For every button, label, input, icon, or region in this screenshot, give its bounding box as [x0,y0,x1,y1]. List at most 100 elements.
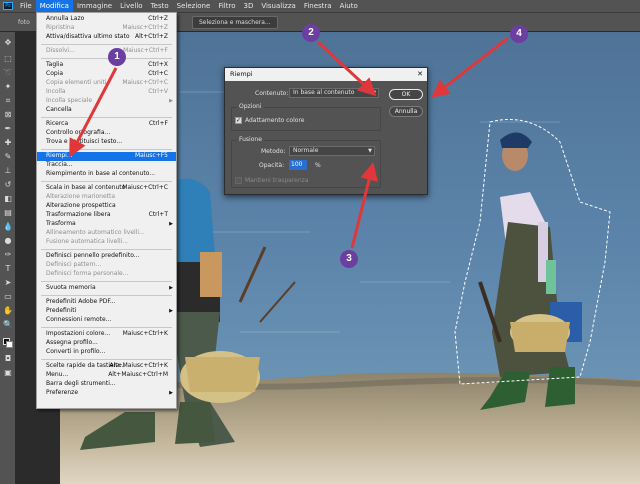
menu-item-copy[interactable]: Copia Ctrl+C [37,70,176,79]
menu-item-fill[interactable]: Riempi... Maiusc+F5 [37,152,176,161]
document-tab[interactable]: foto [18,19,30,26]
hand-tool-icon[interactable]: ✋ [3,306,13,316]
color-adaptation-label: Adattamento colore [245,117,305,124]
blur-tool-icon[interactable]: 💧 [3,222,13,232]
annotation-badge-4: 4 [510,25,528,43]
menu-item-perspective-warp[interactable]: Alterazione prospettica [37,202,176,211]
ok-button[interactable]: OK [389,89,423,100]
menu-item-search[interactable]: Ricerca Ctrl+F [37,120,176,129]
menu-item-content-aware-scale[interactable]: Scala in base al contenuto Maiusc+Ctrl+C [37,184,176,193]
menu-finestra[interactable]: Finestra [300,0,336,12]
path-selection-tool-icon[interactable]: ➤ [3,278,13,288]
menu-item-remote-connections[interactable]: Connessioni remote... [37,316,176,325]
edit-menu-dropdown: Annulla Lazo Ctrl+Z Ripristina Maiusc+Ctrl… [36,12,177,409]
menu-separator [41,149,172,150]
menu-visualizza[interactable]: Visualizza [257,0,299,12]
options-group-label: Opzioni [237,103,264,110]
menu-testo[interactable]: Testo [147,0,173,12]
menu-file[interactable]: File [16,0,36,12]
history-brush-tool-icon[interactable]: ↺ [3,180,13,190]
menu-item-pdf-presets[interactable]: Predefiniti Adobe PDF... [37,298,176,307]
fill-dialog: Riempi ✕ Contenuto: In base al contenuto ▼… [224,67,428,195]
eraser-tool-icon[interactable]: ◧ [3,194,13,204]
menu-livello[interactable]: Livello [116,0,146,12]
dialog-title: Riempi ✕ [225,68,427,81]
quick-mask-icon[interactable]: ◘ [3,354,13,364]
menu-item-free-transform[interactable]: Trasformazione libera Ctrl+T [37,211,176,220]
blending-group-label: Fusione [237,136,264,143]
menu-modifica[interactable]: Modifica [35,0,73,12]
menu-item-fade: Dissolvi... Maiusc+Ctrl+F [46,47,168,54]
shape-tool-icon[interactable]: ▭ [3,292,13,302]
clone-stamp-tool-icon[interactable]: ⊥ [3,166,13,176]
eyedropper-tool-icon[interactable]: ✒ [3,124,13,134]
photoshop-logo-icon[interactable]: Ps [0,0,16,12]
menu-item-undo[interactable]: Annulla Lazo Ctrl+Z [37,15,176,24]
opacity-input[interactable]: 100 [289,160,307,170]
color-swatches-icon[interactable] [3,338,13,348]
opacity-label: Opacità: [259,162,285,169]
close-icon[interactable]: ✕ [417,68,423,81]
zoom-tool-icon[interactable]: 🔍 [3,320,13,330]
select-and-mask-button[interactable]: Seleziona e maschera... [192,16,278,29]
menu-separator [41,281,172,282]
menu-item-define-pattern: Definisci pattern... [46,261,102,268]
menu-item-keyboard-shortcuts[interactable]: Scelte rapide da tastiera... Alt+Maiusc+C… [37,362,176,371]
tools-panel: ✥ ⬚ ➰ ✦ ⌗ ⊠ ✒ ✚ ✎ ⊥ ↺ ◧ ▤ 💧 ● ✑ T ➤ ▭ ✋ … [0,32,16,484]
frame-tool-icon[interactable]: ⊠ [3,110,13,120]
menu-item-preferences[interactable]: Preferenze ▶ [37,389,176,398]
color-adaptation-checkbox[interactable]: ✓ [235,117,242,124]
cancel-button[interactable]: Annulla [389,106,423,117]
menu-item-toggle-last-state[interactable]: Attiva/disattiva ultimo stato Alt+Ctrl+Z [37,33,176,42]
menu-item-copy-merged: Copia elementi uniti Maiusc+Ctrl+C [46,79,168,86]
menu-item-convert-profile[interactable]: Converti in profilo... [37,348,176,357]
menu-separator [41,44,172,45]
annotation-badge-3: 3 [340,250,358,268]
dodge-tool-icon[interactable]: ● [3,236,13,246]
move-tool-icon[interactable]: ✥ [3,38,13,48]
crop-tool-icon[interactable]: ⌗ [3,96,13,106]
type-tool-icon[interactable]: T [3,264,13,274]
menu-item-toolbar[interactable]: Barra degli strumenti... [37,380,176,389]
menu-item-purge[interactable]: Svuota memoria ▶ [37,284,176,293]
menu-item-clear[interactable]: Cancella [37,106,176,115]
menu-item-auto-align: Allineamento automatico livelli... [46,229,145,236]
lasso-tool-icon[interactable]: ➰ [3,68,13,78]
chevron-down-icon: ▼ [368,148,372,154]
menu-filtro[interactable]: Filtro [214,0,239,12]
menu-item-spell-check[interactable]: Controllo ortografia... [37,129,176,138]
marquee-tool-icon[interactable]: ⬚ [3,54,13,64]
annotation-badge-1: 1 [108,48,126,66]
gradient-tool-icon[interactable]: ▤ [3,208,13,218]
brush-tool-icon[interactable]: ✎ [3,152,13,162]
menu-item-assign-profile[interactable]: Assegna profilo... [37,339,176,348]
content-label: Contenuto: [255,90,289,97]
menu-item-menus[interactable]: Menu... Alt+Maiusc+Ctrl+M [37,371,176,380]
screen-mode-icon[interactable]: ▣ [3,368,13,378]
content-select[interactable]: In base al contenuto ▼ [289,88,379,98]
chevron-down-icon: ▼ [372,90,376,96]
menu-separator [41,249,172,250]
mode-select[interactable]: Normale ▼ [289,146,375,156]
menu-item-presets[interactable]: Predefiniti ▶ [37,307,176,316]
menu-item-transform[interactable]: Trasforma ▶ [37,220,176,229]
menu-bar: Ps File Modifica Immagine Livello Testo … [0,0,640,12]
pen-tool-icon[interactable]: ✑ [3,250,13,260]
menu-item-stroke[interactable]: Traccia... [37,161,176,170]
menu-3d[interactable]: 3D [239,0,257,12]
menu-immagine[interactable]: Immagine [73,0,116,12]
menu-item-color-settings[interactable]: Impostazioni colore... Maiusc+Ctrl+K [37,330,176,339]
menu-item-auto-blend: Fusione automatica livelli... [46,238,129,245]
healing-brush-tool-icon[interactable]: ✚ [3,138,13,148]
menu-item-redo: Ripristina Maiusc+Ctrl+Z [46,24,168,31]
menu-item-content-aware-fill[interactable]: Riempimento in base al contenuto... [37,170,176,179]
preserve-transparency-label: Mantieni trasparenza [245,177,309,184]
menu-selezione[interactable]: Selezione [173,0,215,12]
opacity-unit: % [315,162,321,169]
menu-separator [41,58,172,59]
menu-item-cut[interactable]: Taglia Ctrl+X [37,61,176,70]
menu-aiuto[interactable]: Aiuto [336,0,362,12]
menu-item-define-brush[interactable]: Definisci pennello predefinito... [37,252,176,261]
menu-item-find-replace[interactable]: Trova e sostituisci testo... [37,138,176,147]
magic-wand-tool-icon[interactable]: ✦ [3,82,13,92]
